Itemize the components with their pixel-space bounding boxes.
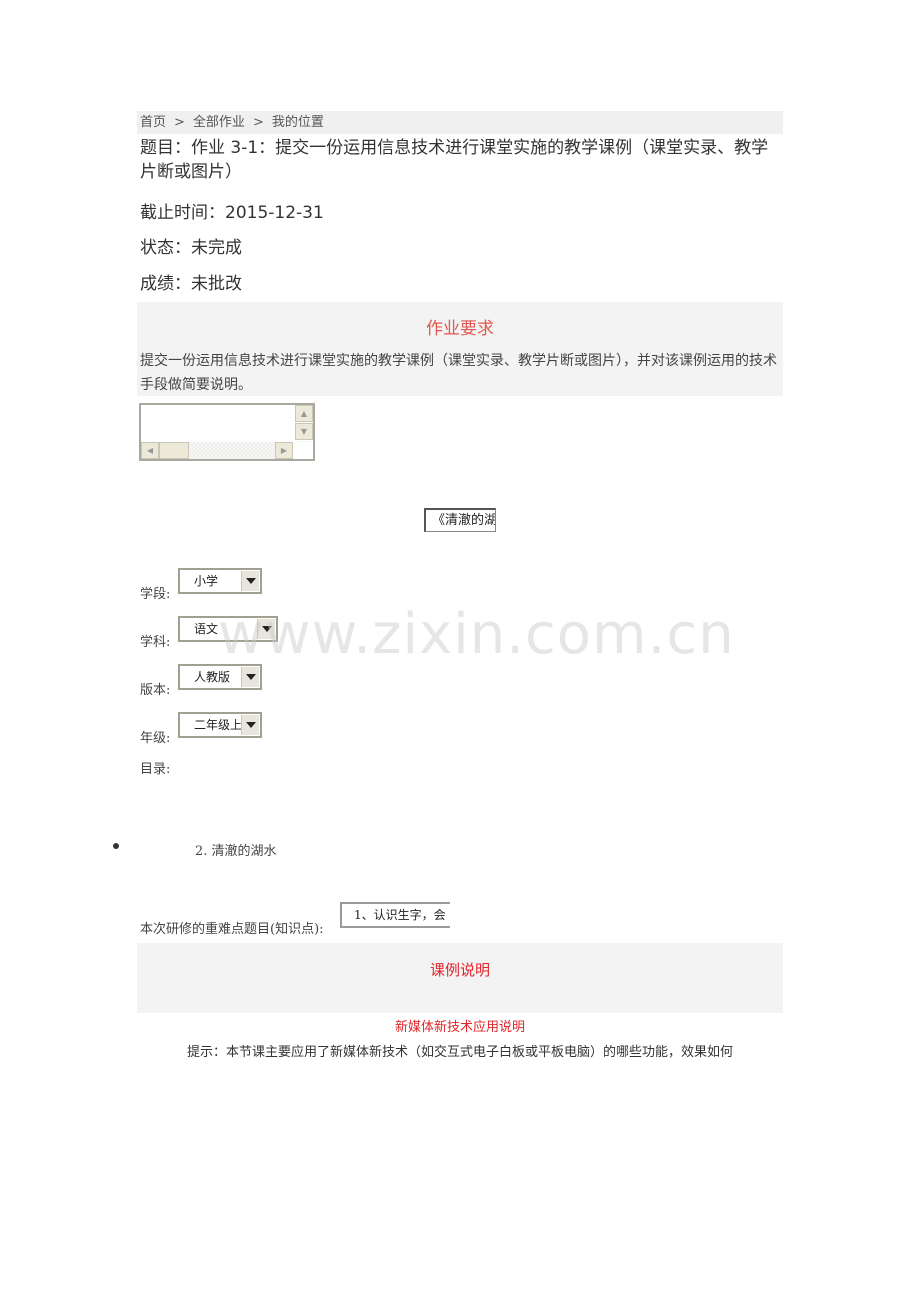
scroll-left-arrow-icon[interactable]: ◀ [141,442,159,459]
score-text: 成绩：未批改 [140,274,242,294]
chevron-down-icon[interactable] [241,667,259,687]
chevron-down-icon[interactable] [241,571,259,591]
grade-select-value: 二年级上 [194,718,243,732]
assignment-title: 题目：作业 3-1：提交一份运用信息技术进行课堂实施的教学课例（课堂实录、教学片… [140,138,769,182]
media-hint: 提示：本节课主要应用了新媒体新技术（如交互式电子白板或平板电脑）的哪些功能，效果… [186,1045,733,1060]
subject-select-value: 语文 [194,622,219,636]
breadcrumb-separator: > [174,115,185,130]
chevron-down-icon[interactable] [241,715,259,735]
breadcrumb-all-assignments[interactable]: 全部作业 [193,115,245,130]
stage-select[interactable]: 小学 [178,568,262,594]
requirements-panel: 作业要求 提交一份运用信息技术进行课堂实施的教学课例（课堂实录、教学片断或图片）… [137,302,783,396]
scroll-up-arrow-icon[interactable]: ▲ [295,405,313,422]
status-text: 状态：未完成 [140,238,242,258]
breadcrumb-current: 我的位置 [271,115,324,130]
subject-label: 学科: [140,635,171,650]
edition-select[interactable]: 人教版 [178,664,262,690]
case-description-heading: 课例说明 [429,961,490,979]
deadline-text: 截止时间：2015-12-31 [140,203,324,223]
subject-select[interactable]: 语文 [178,616,278,642]
grade-label: 年级: [140,731,171,746]
case-description-panel: 课例说明 [137,943,783,1013]
keypoints-label: 本次研修的重难点题目(知识点): [140,922,324,937]
horizontal-scroll-thumb[interactable] [159,442,189,459]
course-title-field[interactable]: 《清澈的湖 [424,508,496,532]
scroll-right-arrow-icon[interactable]: ▶ [275,442,293,459]
chevron-down-icon[interactable] [257,619,275,639]
media-heading: 新媒体新技术应用说明 [394,1020,525,1035]
grade-select[interactable]: 二年级上 [178,712,262,738]
breadcrumb: 首页 > 全部作业 > 我的位置 [137,111,783,134]
lesson-item[interactable]: 2. 清澈的湖水 [195,840,277,859]
watermark: www.zixin.com.cn [218,602,735,667]
stage-select-value: 小学 [194,574,219,588]
breadcrumb-home[interactable]: 首页 [140,115,166,130]
edition-label: 版本: [140,683,171,698]
stage-label: 学段: [140,587,171,602]
requirements-heading: 作业要求 [426,319,494,339]
edition-select-value: 人教版 [194,670,231,684]
bullet-icon [113,843,119,849]
vertical-scroll-track[interactable] [295,441,313,442]
breadcrumb-separator: > [252,115,264,130]
requirements-text: 提交一份运用信息技术进行课堂实施的教学课例（课堂实录、教学片断或图片），并对该课… [140,353,777,393]
catalog-label: 目录: [140,762,171,777]
answer-textarea[interactable]: ▲ ▼ ◀ ▶ [139,403,315,461]
keypoints-input[interactable]: 1、认识生字，会 [340,902,450,928]
scroll-down-arrow-icon[interactable]: ▼ [295,423,313,440]
